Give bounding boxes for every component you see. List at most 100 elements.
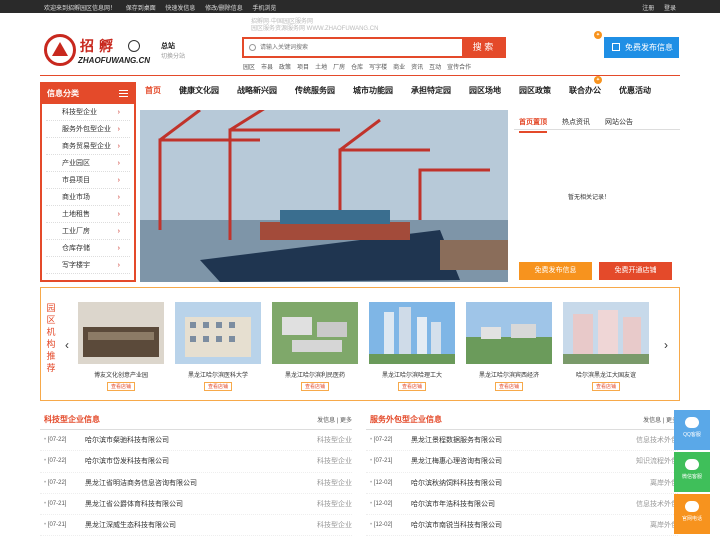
nav-item[interactable]: 城市功能园 bbox=[353, 85, 393, 96]
list-item[interactable]: [07-21] 黑龙江省公爵体育科技有限公司 科技型企业 bbox=[40, 494, 352, 516]
register-link[interactable]: 注册 bbox=[642, 6, 654, 12]
list-item[interactable]: [12-02]哈尔滨市南锐当科技有限公司离岸外包 bbox=[366, 515, 678, 537]
item-category[interactable]: 信息技术外包 bbox=[636, 494, 678, 515]
logo[interactable]: 招孵 ZHAOFUWANG.CN bbox=[44, 34, 150, 68]
item-title[interactable]: 哈尔滨市粲驰科技有限公司 bbox=[85, 430, 169, 451]
org-card[interactable]: 黑龙江哈尔滨哈理工大 查看店铺 bbox=[369, 302, 455, 391]
category-item[interactable]: 产业园区 bbox=[46, 155, 130, 172]
item-title[interactable]: 哈尔滨秋纳饲料科技有限公司 bbox=[411, 473, 502, 494]
category-item[interactable]: 仓库存储 bbox=[46, 240, 130, 257]
list-item[interactable]: [07-21] 黑龙江梅惠心理咨询有限公司 知识流程外包 bbox=[366, 451, 678, 473]
save-desktop-link[interactable]: 保存到桌面 bbox=[126, 6, 156, 12]
quick-link[interactable]: 市县 bbox=[261, 65, 273, 71]
item-title[interactable]: 黑龙江梅惠心理咨询有限公司 bbox=[411, 451, 502, 472]
publish-button[interactable]: 免费发布信息 bbox=[604, 37, 679, 58]
nav-item[interactable]: 园区政策 bbox=[519, 85, 551, 96]
slogan: 招孵网·中国园区服务网 园区服务资源服务网 WWW.ZHAOFUWANG.CN bbox=[251, 19, 378, 33]
edit-delete-link[interactable]: 修改/删除信息 bbox=[205, 6, 243, 12]
quick-link[interactable]: 园区 bbox=[243, 65, 255, 71]
mobile-link[interactable]: 手机浏览 bbox=[252, 6, 276, 12]
category-item[interactable]: 商业市场 bbox=[46, 189, 130, 206]
tab-top[interactable]: 首页置顶 bbox=[519, 117, 547, 133]
item-category[interactable]: 科技型企业 bbox=[317, 451, 352, 472]
list-item[interactable]: [07-22] 哈尔滨市粲驰科技有限公司 科技型企业 bbox=[40, 430, 352, 452]
quick-link[interactable]: 政策 bbox=[279, 65, 291, 71]
quick-link[interactable]: 资讯 bbox=[411, 65, 423, 71]
quick-link[interactable]: 厂房 bbox=[333, 65, 345, 71]
list-item[interactable]: [07-22] 哈尔滨市岱发科技有限公司 科技型企业 bbox=[40, 451, 352, 473]
item-category[interactable]: 科技型企业 bbox=[317, 473, 352, 494]
quick-post-link[interactable]: 快速发信息 bbox=[165, 6, 195, 12]
quick-link[interactable]: 写字楼 bbox=[369, 65, 387, 71]
switch-station-link[interactable]: 切换分站 bbox=[161, 51, 185, 60]
item-title[interactable]: 黑龙江省公爵体育科技有限公司 bbox=[85, 494, 183, 515]
menu-icon[interactable] bbox=[119, 90, 128, 97]
view-shop-button[interactable]: 查看店铺 bbox=[397, 382, 426, 391]
view-shop-button[interactable]: 查看店铺 bbox=[106, 382, 135, 391]
category-item[interactable]: 市县项目 bbox=[46, 172, 130, 189]
wechat-service-button[interactable]: 微信客服 bbox=[674, 452, 710, 492]
category-item[interactable]: 土地租售 bbox=[46, 206, 130, 223]
item-category[interactable]: 科技型企业 bbox=[317, 515, 352, 536]
category-item[interactable]: 写字楼宇 bbox=[46, 257, 130, 274]
search-button[interactable]: 搜 索 bbox=[462, 39, 504, 56]
qq-service-button[interactable]: QQ客服 bbox=[674, 410, 710, 450]
nav-item[interactable]: 承担特定园 bbox=[411, 85, 451, 96]
nav-item[interactable]: 联合办公 bbox=[569, 85, 601, 96]
section-more-link[interactable]: 发信息 | 更多 bbox=[317, 415, 352, 424]
quick-link[interactable]: 土地 bbox=[315, 65, 327, 71]
prev-arrow-icon[interactable]: ‹ bbox=[65, 338, 69, 352]
quick-link[interactable]: 宣传合作 bbox=[447, 65, 471, 71]
list-item[interactable]: [07-22] 黑龙江省明洁商务信息咨询有限公司 科技型企业 bbox=[40, 473, 352, 494]
nav-item[interactable]: 战略新兴园 bbox=[237, 85, 277, 96]
quick-link[interactable]: 项目 bbox=[297, 65, 309, 71]
item-category[interactable]: 科技型企业 bbox=[317, 494, 352, 515]
phone-service-button[interactable]: 官网电话 bbox=[674, 494, 710, 534]
category-item[interactable]: 工业厂房 bbox=[46, 223, 130, 240]
category-item[interactable]: 商务贸易型企业 bbox=[46, 138, 130, 155]
search-input[interactable] bbox=[260, 42, 440, 54]
tab-notice[interactable]: 网站公告 bbox=[605, 117, 633, 127]
view-shop-button[interactable]: 查看店铺 bbox=[300, 382, 329, 391]
category-item[interactable]: 服务外包型企业 bbox=[46, 121, 130, 138]
category-sidebar: 信息分类 科技型企业 服务外包型企业 商务贸易型企业 产业园区 市县项目 商业市… bbox=[40, 82, 136, 282]
quick-link[interactable]: 商业 bbox=[393, 65, 405, 71]
org-card[interactable]: 黑龙江哈尔滨医科大学 查看店铺 bbox=[175, 302, 261, 391]
free-publish-button[interactable]: 免费发布信息 bbox=[519, 262, 592, 280]
org-card[interactable]: 哈尔滨黑龙江大国友谊 查看店铺 bbox=[563, 302, 649, 391]
item-title[interactable]: 哈尔滨市南锐当科技有限公司 bbox=[411, 515, 502, 536]
station-label[interactable]: 总站 bbox=[161, 41, 175, 51]
item-title[interactable]: 哈尔滨市岱发科技有限公司 bbox=[85, 451, 169, 472]
category-item[interactable]: 科技型企业 bbox=[46, 104, 130, 121]
list-item[interactable]: [12-02]哈尔滨秋纳饲料科技有限公司离岸外包 bbox=[366, 473, 678, 494]
quick-link[interactable]: 仓库 bbox=[351, 65, 363, 71]
item-category[interactable]: 知识流程外包 bbox=[636, 451, 678, 472]
banner-slider[interactable] bbox=[140, 110, 508, 282]
nav-item[interactable]: 健康文化园 bbox=[179, 85, 219, 96]
item-title[interactable]: 黑龙江景程数据服务有限公司 bbox=[411, 430, 502, 451]
tab-hot[interactable]: 热点资讯 bbox=[562, 117, 590, 127]
nav-home[interactable]: 首页 bbox=[145, 85, 161, 96]
view-shop-button[interactable]: 查看店铺 bbox=[203, 382, 232, 391]
item-title[interactable]: 黑龙江省明洁商务信息咨询有限公司 bbox=[85, 473, 197, 494]
org-card[interactable]: 博友文化创意产业园 查看店铺 bbox=[78, 302, 164, 391]
view-shop-button[interactable]: 查看店铺 bbox=[494, 382, 523, 391]
item-category[interactable]: 信息技术外包 bbox=[636, 430, 678, 451]
nav-item[interactable]: 优惠活动 bbox=[619, 85, 651, 96]
nav-item[interactable]: 园区场地 bbox=[469, 85, 501, 96]
open-shop-button[interactable]: 免费开通店铺 bbox=[599, 262, 672, 280]
nav-item[interactable]: 传统服务园 bbox=[295, 85, 335, 96]
list-item[interactable]: [12-02] 哈尔滨市年浩科技有限公司 信息技术外包 bbox=[366, 494, 678, 516]
quick-link[interactable]: 互动 bbox=[429, 65, 441, 71]
item-title[interactable]: 黑龙江深威生态科技有限公司 bbox=[85, 515, 176, 536]
list-item[interactable]: [07-21] 黑龙江深威生态科技有限公司 科技型企业 bbox=[40, 515, 352, 537]
list-item[interactable]: [07-22] 黑龙江景程数据服务有限公司 信息技术外包 bbox=[366, 430, 678, 452]
login-link[interactable]: 登录 bbox=[664, 6, 676, 12]
org-card[interactable]: 黑龙江哈尔滨利民医药 查看店铺 bbox=[272, 302, 358, 391]
item-category[interactable]: 科技型企业 bbox=[317, 430, 352, 451]
org-card[interactable]: 黑龙江哈尔滨宾西经济 查看店铺 bbox=[466, 302, 552, 391]
section-more-link[interactable]: 发信息 | 更多 bbox=[643, 415, 678, 424]
item-title[interactable]: 哈尔滨市年浩科技有限公司 bbox=[411, 494, 495, 515]
next-arrow-icon[interactable]: › bbox=[664, 338, 668, 352]
view-shop-button[interactable]: 查看店铺 bbox=[591, 382, 620, 391]
